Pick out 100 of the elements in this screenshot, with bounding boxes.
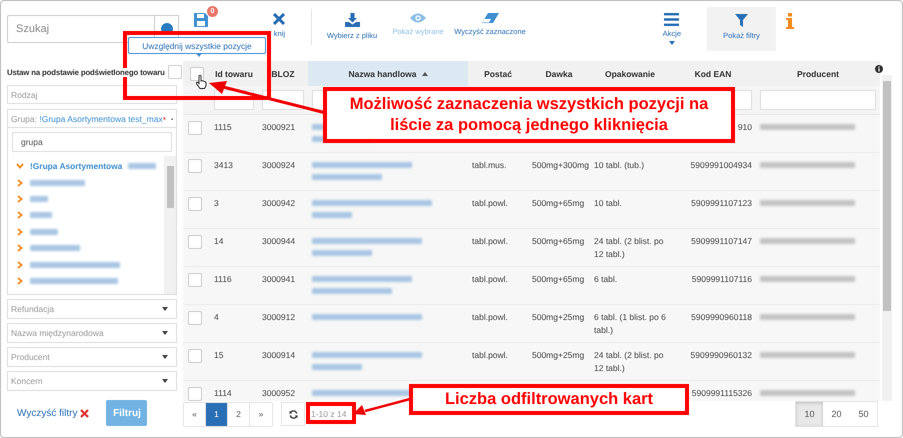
row-checkbox[interactable] xyxy=(188,159,202,173)
row-checkbox[interactable] xyxy=(188,235,202,249)
chevron-icon[interactable] xyxy=(16,244,24,252)
blurred-text[interactable] xyxy=(30,212,52,218)
column-header[interactable]: Opakowanie xyxy=(590,61,670,86)
group-search-field[interactable]: grupa xyxy=(12,132,172,152)
eye-icon xyxy=(410,13,426,23)
table-cell: 1116 xyxy=(214,274,232,284)
table-cell: 5909991107123 xyxy=(691,198,752,208)
select-all-checkbox[interactable] xyxy=(190,66,204,80)
caret-down-icon xyxy=(162,355,168,359)
caret-down-icon xyxy=(162,379,168,383)
column-header[interactable]: Nazwa handlowa xyxy=(308,61,468,86)
column-header[interactable]: Id towaru xyxy=(210,61,258,86)
row-checkbox[interactable] xyxy=(188,387,202,401)
close-icon xyxy=(273,13,285,25)
caret-down-icon xyxy=(162,331,168,335)
chevron-icon[interactable] xyxy=(16,211,24,220)
blurred-text[interactable] xyxy=(30,262,120,268)
page-size-button[interactable]: 10 xyxy=(796,402,823,426)
caret-down-icon xyxy=(162,307,168,311)
chevron-icon[interactable] xyxy=(16,194,24,203)
table-cell: 910 xyxy=(738,122,752,132)
row-checkbox[interactable] xyxy=(188,121,202,135)
table-cell: 10 tabl. (tub.) xyxy=(594,160,644,170)
table-cell: 3000921 xyxy=(262,122,296,132)
blurred-text xyxy=(312,364,362,370)
table-cell: tabl.powl. xyxy=(472,274,508,284)
tooltip-pointer xyxy=(195,52,203,57)
row-checkbox[interactable] xyxy=(188,311,202,325)
column-header[interactable]: Producent xyxy=(756,61,880,86)
annotation-tooltip: Możliwość zaznaczenia wszystkich pozycji na liście za pomocą jednego kliknięcia xyxy=(323,87,735,143)
table-cell: 500mg+25mg xyxy=(532,312,584,322)
table-cell: 10 tabl. xyxy=(594,198,622,208)
tree-item[interactable]: !Grupa Asortymentowa xyxy=(30,161,122,172)
blurred-text[interactable] xyxy=(30,228,58,235)
menu-icon xyxy=(664,13,680,26)
download-icon xyxy=(344,13,360,27)
chevron-icon[interactable] xyxy=(16,162,24,170)
scrollbar[interactable] xyxy=(164,156,176,294)
table-cell: 5909991107116 xyxy=(692,274,752,284)
table-cell: 3000944 xyxy=(262,236,296,246)
table-cell: 6 tabl. xyxy=(594,274,618,284)
table-cell: 500mg+25mg xyxy=(532,350,584,360)
table-cell: 5909990960132 xyxy=(690,350,752,360)
info-circle-icon xyxy=(875,65,883,73)
table-cell: 6 tabl. (1 blist. po 6 tabl.) xyxy=(594,312,666,335)
filter-dropdown[interactable]: Nazwa międzynarodowa xyxy=(7,323,177,343)
scrollbar[interactable] xyxy=(882,75,892,401)
filter-dropdown[interactable]: Producent xyxy=(7,347,177,367)
chevron-icon[interactable] xyxy=(16,276,24,285)
blurred-text[interactable] xyxy=(30,278,118,284)
column-header[interactable]: Kod EAN xyxy=(670,61,756,86)
column-header[interactable]: Dawka xyxy=(528,61,590,86)
blurred-text xyxy=(312,212,352,218)
blurred-text[interactable] xyxy=(30,196,48,202)
table-cell: 500mg+300mg xyxy=(532,160,589,170)
blurred-text[interactable] xyxy=(30,180,85,186)
sort-ascending-icon xyxy=(422,72,428,76)
row-checkbox[interactable] xyxy=(188,197,202,211)
refresh-button[interactable] xyxy=(281,402,305,426)
clear-icon xyxy=(162,115,166,122)
chevron-icon[interactable] xyxy=(16,228,24,236)
table-cell: 15 xyxy=(214,350,224,360)
group-dropdown[interactable]: Grupa: !Grupa Asortymentowa test_max xyxy=(7,109,177,128)
table-cell: tabl.powl. xyxy=(472,236,508,246)
row-checkbox[interactable] xyxy=(188,273,202,287)
chevron-icon[interactable] xyxy=(16,260,24,269)
table-cell: 3000952 xyxy=(262,388,296,398)
column-header[interactable]: BLOZ xyxy=(258,61,308,86)
table-cell: 500mg+65mg xyxy=(532,274,584,284)
chevron-icon[interactable] xyxy=(16,178,24,187)
clear-filters-link[interactable]: Wyczyść filtry xyxy=(17,408,78,418)
search-field[interactable]: Szukaj xyxy=(7,15,155,43)
kind-field[interactable]: Rodzaj xyxy=(7,85,177,104)
table-cell: 3000942 xyxy=(262,198,296,208)
table-cell: 4 xyxy=(214,312,219,322)
filter-dropdown[interactable]: Koncern xyxy=(7,371,177,391)
eraser-icon xyxy=(482,13,498,23)
previous-page-button[interactable]: « xyxy=(184,402,206,426)
table-cell: 500mg+65mg xyxy=(532,236,584,246)
info-icon[interactable] xyxy=(786,13,794,29)
filter-icon xyxy=(735,14,748,27)
filter-dropdown[interactable]: Refundacja xyxy=(7,299,177,319)
page-button[interactable]: 1 xyxy=(206,402,228,426)
table-cell: 3000914 xyxy=(262,350,296,360)
table-cell: tabl.powl. xyxy=(472,312,508,322)
close-icon xyxy=(80,408,90,418)
table-cell: 5909991115326 xyxy=(692,388,752,398)
annotation-tooltip: Liczba odfiltrowanych kart xyxy=(409,384,689,415)
caret-down-icon xyxy=(668,41,675,45)
blurred-text[interactable] xyxy=(30,245,80,252)
column-header[interactable]: Postać xyxy=(468,61,528,86)
table-cell: 5909991107147 xyxy=(691,236,752,246)
table-cell: 24 tabl. (2 blist. po 12 tabl.) xyxy=(594,236,664,259)
highlight-checkbox[interactable] xyxy=(168,65,182,79)
table-cell: 1114 xyxy=(214,388,232,398)
row-checkbox[interactable] xyxy=(188,349,202,363)
column-filter-field[interactable] xyxy=(760,90,876,110)
table-cell: 3000924 xyxy=(262,160,296,170)
